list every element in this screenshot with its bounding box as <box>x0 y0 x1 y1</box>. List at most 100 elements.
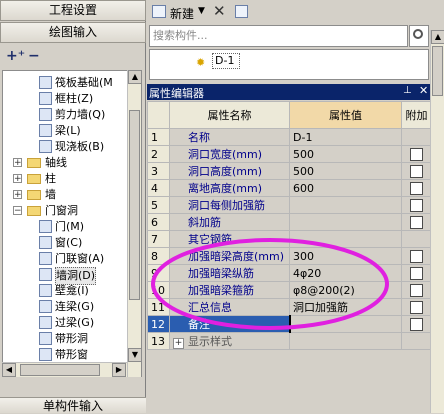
hscroll-thumb[interactable] <box>20 364 100 376</box>
right-scroll-up-icon[interactable]: ▲ <box>431 30 444 44</box>
property-name-header: 属性名称 <box>169 101 290 129</box>
tree-node[interactable]: + 柱 <box>3 171 128 187</box>
new-doc-icon[interactable] <box>152 5 166 18</box>
property-value[interactable]: 500 <box>289 145 402 163</box>
tree-node-label: 带形窗 <box>55 348 88 361</box>
property-value[interactable]: 300 <box>289 247 402 265</box>
chevron-down-icon[interactable]: ▼ <box>198 6 205 16</box>
tree-horizontal-scrollbar[interactable]: ◀ ▶ <box>2 362 127 377</box>
project-settings-button[interactable]: 工程设置 <box>0 0 146 21</box>
attach-checkbox[interactable] <box>410 300 423 314</box>
tree-node[interactable]: 现浇板(B) <box>3 139 128 155</box>
tree-node[interactable]: 门联窗(A) <box>3 251 128 267</box>
attach-checkbox[interactable] <box>410 215 423 229</box>
property-value[interactable]: 500 <box>289 162 402 180</box>
tree-node[interactable]: − 门窗洞 <box>3 203 128 219</box>
property-row[interactable]: 9 加强暗梁纵筋 4φ20 <box>147 264 432 282</box>
row-number: 1 <box>147 128 170 146</box>
scroll-right-icon[interactable]: ▶ <box>112 363 126 377</box>
property-value[interactable]: 洞口加强筋 <box>289 298 402 316</box>
tree-node[interactable]: + 轴线 <box>3 155 128 171</box>
scroll-up-icon[interactable]: ▲ <box>128 70 142 84</box>
tree-node[interactable]: 墙洞(D) <box>3 267 128 285</box>
property-row[interactable]: 10 加强暗梁箍筋 φ8@200(2) <box>147 281 432 299</box>
attach-checkbox[interactable] <box>410 181 423 195</box>
attach-checkbox[interactable] <box>410 164 423 178</box>
row-number: 8 <box>147 247 170 265</box>
property-value[interactable]: D-1 <box>289 128 402 146</box>
drawing-input-button[interactable]: 绘图输入 <box>0 22 146 43</box>
property-row[interactable]: 8 加强暗梁高度(mm) 300 <box>147 247 432 265</box>
property-row[interactable]: 6 斜加筋 <box>147 213 432 231</box>
pin-icon[interactable]: ⊥ <box>403 85 412 96</box>
tree-node[interactable]: 过梁(G) <box>3 315 128 331</box>
property-value[interactable] <box>289 213 402 231</box>
property-row[interactable]: 13 + 显示样式 <box>147 332 432 350</box>
tree-node[interactable]: 连梁(G) <box>3 299 128 315</box>
property-value[interactable] <box>288 315 402 333</box>
tree-node[interactable]: 带形窗 <box>3 347 128 363</box>
tree-node[interactable]: + 墙 <box>3 187 128 203</box>
property-value[interactable]: φ8@200(2) <box>289 281 402 299</box>
property-row[interactable]: 12 备注 <box>147 315 432 333</box>
tree-node[interactable]: 带形洞 <box>3 331 128 347</box>
property-row[interactable]: 2 洞口宽度(mm) 500 <box>147 145 432 163</box>
component-item-d1[interactable]: D-1 <box>212 53 240 69</box>
collapse-all-icon[interactable]: − <box>28 48 40 64</box>
property-value[interactable] <box>289 230 402 248</box>
tree-node[interactable]: 窗(C) <box>3 235 128 251</box>
delete-icon[interactable]: ✕ <box>213 2 226 20</box>
tree-node[interactable]: 门(M) <box>3 219 128 235</box>
property-name: 其它钢筋 <box>169 230 290 248</box>
copy-icon[interactable] <box>235 5 248 18</box>
property-row[interactable]: 1 名称 D-1 <box>147 128 432 146</box>
attach-cell <box>401 264 432 282</box>
tree-node[interactable]: 框柱(Z) <box>3 91 128 107</box>
property-row[interactable]: 7 其它钢筋 <box>147 230 432 248</box>
row-number: 7 <box>147 230 170 248</box>
expand-icon[interactable]: + <box>173 338 184 349</box>
property-row[interactable]: 11 汇总信息 洞口加强筋 <box>147 298 432 316</box>
expand-icon[interactable]: + <box>13 190 22 200</box>
scroll-left-icon[interactable]: ◀ <box>2 363 16 377</box>
expand-all-icon[interactable]: +⁺ <box>6 48 25 64</box>
close-icon[interactable]: ✕ <box>419 84 428 97</box>
folder-icon <box>27 190 41 200</box>
property-name-text: 汇总信息 <box>188 301 232 314</box>
attach-cell <box>401 145 432 163</box>
tree-node[interactable]: 壁龛(I) <box>3 283 128 299</box>
property-row[interactable]: 4 离地高度(mm) 600 <box>147 179 432 197</box>
expand-icon[interactable]: + <box>13 174 22 184</box>
attach-checkbox[interactable] <box>410 147 423 161</box>
property-name: 备注 <box>169 315 290 333</box>
collapse-icon[interactable]: − <box>13 206 22 216</box>
attach-checkbox[interactable] <box>410 283 423 297</box>
property-value[interactable] <box>289 196 402 214</box>
scroll-thumb[interactable] <box>129 110 140 300</box>
right-vertical-scrollbar[interactable]: ▲ <box>430 30 444 413</box>
scroll-down-icon[interactable]: ▼ <box>128 348 142 362</box>
property-value[interactable]: 4φ20 <box>289 264 402 282</box>
property-value[interactable]: 600 <box>289 179 402 197</box>
property-name-text: 其它钢筋 <box>188 233 232 246</box>
property-row[interactable]: 3 洞口高度(mm) 500 <box>147 162 432 180</box>
property-value[interactable] <box>289 332 402 350</box>
attach-checkbox[interactable] <box>410 198 423 212</box>
attach-checkbox[interactable] <box>410 266 423 280</box>
tree-vertical-scrollbar[interactable]: ▲ ▼ <box>127 70 142 377</box>
property-row[interactable]: 5 洞口每侧加强筋 <box>147 196 432 214</box>
tree-node[interactable]: 筏板基础(M <box>3 75 128 91</box>
folder-icon <box>27 174 41 184</box>
search-input[interactable]: 搜索构件... <box>149 25 408 47</box>
expand-icon[interactable]: + <box>13 158 22 168</box>
tree-node[interactable]: 剪力墙(Q) <box>3 107 128 123</box>
tree-node-label: 连梁(G) <box>55 300 95 313</box>
tree-toolbar: +⁺ − <box>2 46 144 68</box>
right-scroll-thumb[interactable] <box>432 46 443 96</box>
single-component-input-tab[interactable]: 单构件输入 <box>0 397 146 413</box>
attach-checkbox[interactable] <box>410 249 423 263</box>
attach-checkbox[interactable] <box>410 317 423 331</box>
tree-node[interactable]: 梁(L) <box>3 123 128 139</box>
new-button[interactable]: 新建 <box>170 5 194 22</box>
search-icon[interactable] <box>409 25 429 47</box>
